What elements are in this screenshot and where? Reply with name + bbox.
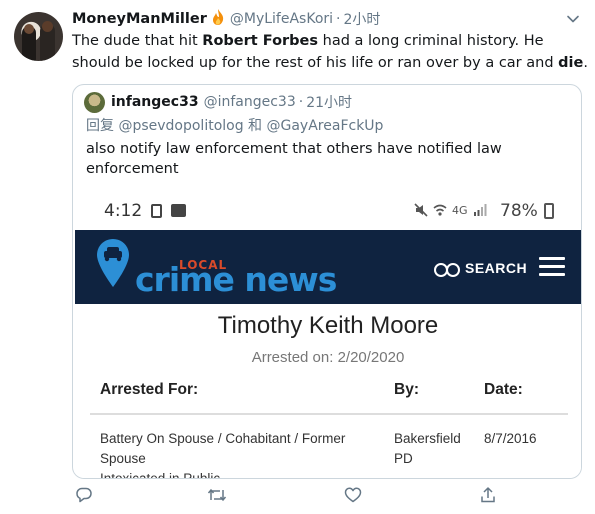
phone-status-icons: 4G [414, 203, 487, 217]
heart-icon[interactable] [344, 486, 362, 504]
chevron-down-icon[interactable] [566, 12, 580, 26]
quoted-tweet[interactable]: infangec33 @infangec33 · 21小时 回复 @psevdo… [72, 84, 582, 479]
charge-line: Battery On Spouse / Cohabitant / Former [100, 431, 346, 446]
tweet-text-segment: . [583, 55, 588, 71]
table-header-date: Date: [484, 381, 523, 398]
avatar-face [42, 21, 53, 32]
tweet-actions [0, 486, 595, 508]
charge-line: Intoxicated in Public [100, 471, 221, 479]
retweet-icon[interactable] [207, 486, 227, 504]
site-search-label: SEARCH [465, 260, 528, 276]
site-search: SEARCH [434, 260, 528, 277]
hamburger-menu-icon [539, 257, 565, 276]
display-name[interactable]: MoneyManMiller [72, 11, 207, 27]
arrestee-name: Timothy Keith Moore [217, 312, 439, 339]
mute-icon [414, 203, 428, 217]
quoted-display-name: infangec33 [111, 94, 199, 110]
signal-icon [473, 204, 487, 216]
quoted-reply-context: 回复 @psevdopolitolog 和 @GayAreaFckUp [86, 118, 384, 134]
binoculars-icon [434, 261, 460, 277]
logo-text: crime news [135, 260, 337, 299]
phone-status-time: 4:12 [104, 201, 143, 221]
tweet[interactable]: MoneyManMiller @MyLifeAsKori · 2小时 The d… [0, 0, 595, 514]
quoted-handle: @infangec33 [203, 94, 296, 110]
quoted-header: infangec33 @infangec33 · 21小时 [111, 91, 352, 113]
charge-line: Spouse [100, 451, 146, 466]
tweet-header: MoneyManMiller @MyLifeAsKori · 2小时 [72, 9, 380, 29]
map-pin-icon [97, 239, 129, 287]
share-icon[interactable] [479, 486, 497, 504]
phone-status-bar: 4:12 4G 78% [74, 192, 581, 230]
agency-line: Bakersfield [394, 431, 461, 446]
quoted-timestamp: 21小时 [306, 95, 353, 111]
wifi-icon [433, 204, 447, 216]
battery-percent: 78% [500, 201, 538, 221]
tweet-text-segment: The dude that hit [72, 33, 203, 49]
network-label: 4G [452, 203, 468, 217]
image-icon [171, 204, 186, 217]
agency-line: PD [394, 451, 413, 466]
charge-date: 8/7/2016 [484, 431, 537, 446]
table-divider [90, 413, 568, 415]
battery-icon [544, 203, 554, 219]
tweet-text-bold: die [558, 55, 584, 71]
separator-dot: · [298, 94, 304, 110]
table-header-agency: By: [394, 381, 419, 398]
tweet-text: The dude that hit Robert Forbes had a lo… [72, 30, 590, 74]
quoted-media-image[interactable]: 4:12 4G 78% LOCAL crime news SEARCH Timo… [74, 192, 581, 479]
quoted-avatar[interactable] [84, 92, 105, 113]
separator-dot: · [336, 11, 341, 27]
fire-icon [211, 9, 225, 29]
reply-icon[interactable] [75, 486, 93, 504]
table-header-charge: Arrested For: [100, 381, 199, 398]
avatar[interactable] [14, 12, 63, 61]
tweet-text-bold: Robert Forbes [202, 33, 319, 49]
avatar-face [24, 24, 34, 34]
handle[interactable]: @MyLifeAsKori [230, 11, 333, 27]
arrest-date: Arrested on: 2/20/2020 [251, 349, 405, 366]
timestamp[interactable]: 2小时 [344, 9, 381, 29]
quoted-text: also notify law enforcement that others … [86, 141, 502, 177]
site-header: LOCAL crime news SEARCH [75, 230, 581, 304]
photo-frame-icon [151, 204, 162, 218]
